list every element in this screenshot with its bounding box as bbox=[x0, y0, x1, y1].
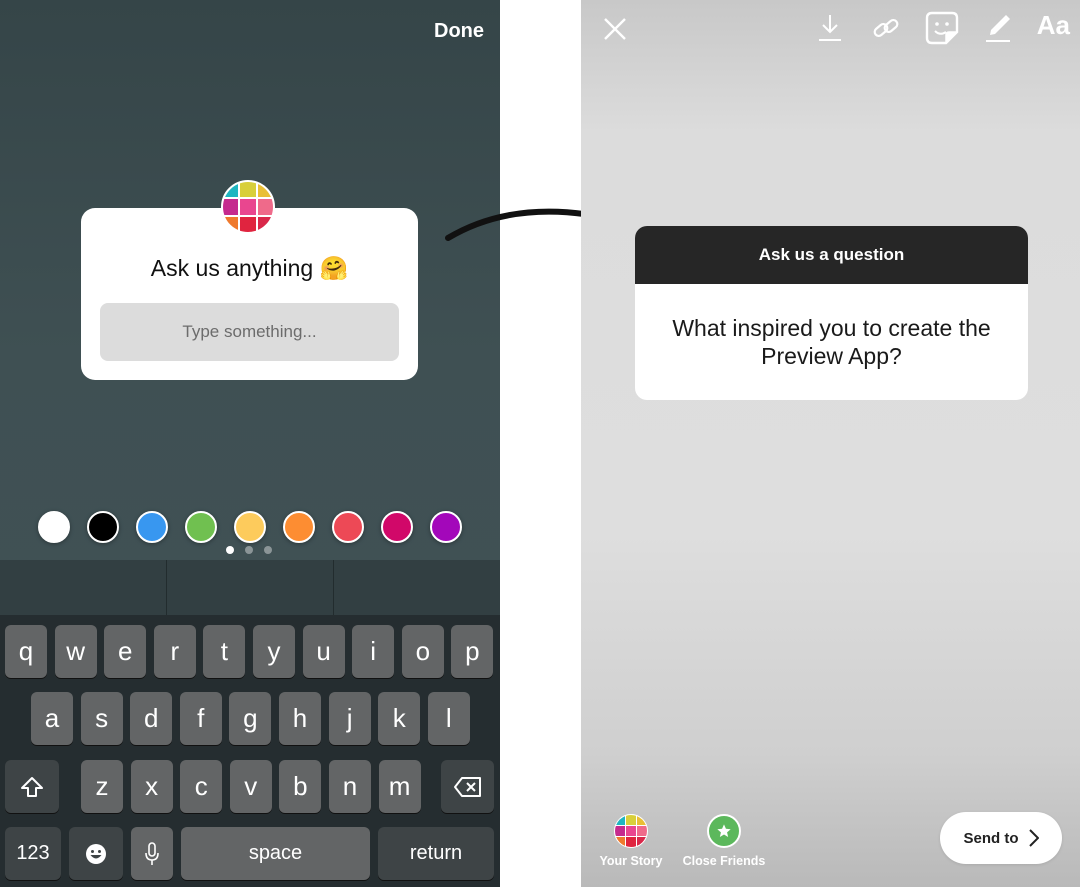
done-button[interactable]: Done bbox=[434, 20, 484, 43]
predictive-text-bar bbox=[0, 560, 500, 615]
key-w[interactable]: w bbox=[54, 625, 97, 678]
key-p[interactable]: p bbox=[451, 625, 494, 678]
color-swatch[interactable] bbox=[381, 511, 413, 543]
avatar-tile bbox=[240, 199, 256, 215]
numbers-key[interactable]: 123 bbox=[5, 827, 61, 880]
keyboard: 123 space return qwertyuiop asdfghjkl zxcv… bbox=[0, 615, 500, 887]
divider-gap bbox=[500, 0, 581, 887]
shift-icon bbox=[21, 776, 43, 797]
key-s[interactable]: s bbox=[80, 692, 123, 745]
avatar-tile bbox=[626, 837, 636, 847]
pen-icon[interactable] bbox=[982, 12, 1014, 44]
link-icon[interactable] bbox=[870, 12, 902, 44]
avatar-tile bbox=[615, 826, 625, 836]
your-story-avatar bbox=[614, 814, 648, 848]
suggestion-slot[interactable] bbox=[334, 560, 500, 615]
sticker-title[interactable]: Ask us anything 🤗 bbox=[81, 255, 418, 282]
key-r[interactable]: r bbox=[153, 625, 196, 678]
key-a[interactable]: a bbox=[31, 692, 73, 745]
return-key[interactable]: return bbox=[378, 827, 494, 880]
avatar-tile bbox=[223, 182, 239, 198]
send-to-button[interactable]: Send to bbox=[940, 812, 1062, 864]
key-t[interactable]: t bbox=[203, 625, 246, 678]
color-swatch[interactable] bbox=[332, 511, 364, 543]
color-swatch[interactable] bbox=[185, 511, 217, 543]
sticker-icon[interactable] bbox=[924, 10, 960, 46]
color-swatch[interactable] bbox=[38, 511, 70, 543]
key-f[interactable]: f bbox=[179, 692, 222, 745]
microphone-key[interactable] bbox=[131, 827, 173, 880]
key-e[interactable]: e bbox=[104, 625, 147, 678]
suggestion-slot[interactable] bbox=[167, 560, 334, 615]
question-card-header: Ask us a question bbox=[635, 226, 1028, 284]
key-u[interactable]: u bbox=[302, 625, 345, 678]
page-indicator bbox=[226, 546, 272, 554]
key-m[interactable]: m bbox=[378, 760, 421, 813]
key-g[interactable]: g bbox=[229, 692, 272, 745]
your-story-label: Your Story bbox=[599, 854, 663, 868]
key-n[interactable]: n bbox=[329, 760, 371, 813]
emoji-key[interactable] bbox=[69, 827, 123, 880]
key-c[interactable]: c bbox=[180, 760, 223, 813]
page-dot bbox=[245, 546, 253, 554]
color-palette bbox=[38, 511, 462, 543]
avatar-tile bbox=[615, 837, 625, 847]
microphone-icon bbox=[145, 841, 159, 865]
key-o[interactable]: o bbox=[401, 625, 444, 678]
avatar-tile bbox=[626, 815, 636, 825]
delete-icon bbox=[453, 776, 481, 797]
profile-avatar bbox=[221, 180, 275, 234]
key-k[interactable]: k bbox=[378, 692, 421, 745]
delete-key[interactable] bbox=[441, 760, 494, 813]
avatar-tile bbox=[637, 837, 647, 847]
story-editor-panel: Done Ask us anything 🤗 Type something...… bbox=[0, 0, 500, 887]
key-y[interactable]: y bbox=[253, 625, 295, 678]
avatar-tile bbox=[240, 182, 256, 198]
avatar-tile bbox=[257, 199, 273, 215]
key-d[interactable]: d bbox=[130, 692, 173, 745]
suggestion-slot[interactable] bbox=[0, 560, 167, 615]
close-icon[interactable] bbox=[599, 13, 631, 45]
avatar-tile bbox=[637, 826, 647, 836]
key-q[interactable]: q bbox=[5, 625, 47, 678]
key-v[interactable]: v bbox=[229, 760, 272, 813]
key-x[interactable]: x bbox=[130, 760, 173, 813]
avatar-tile bbox=[240, 216, 256, 232]
shift-key[interactable] bbox=[5, 760, 59, 813]
color-swatch[interactable] bbox=[87, 511, 119, 543]
avatar-tile bbox=[615, 815, 625, 825]
close-friends-label: Close Friends bbox=[682, 854, 766, 868]
close-friends-button[interactable]: Close Friends bbox=[681, 814, 767, 868]
chevron-right-icon bbox=[1028, 829, 1039, 847]
send-to-label: Send to bbox=[963, 829, 1019, 847]
color-swatch[interactable] bbox=[136, 511, 168, 543]
avatar-tile bbox=[223, 199, 239, 215]
story-preview-panel: Aa Ask us a question What inspired you t… bbox=[581, 0, 1080, 887]
space-key[interactable]: space bbox=[181, 827, 370, 880]
avatar-tile bbox=[257, 182, 273, 198]
color-swatch[interactable] bbox=[234, 511, 266, 543]
key-i[interactable]: i bbox=[352, 625, 395, 678]
question-card[interactable]: Ask us a question What inspired you to c… bbox=[635, 226, 1028, 400]
page-dot bbox=[226, 546, 234, 554]
color-swatch[interactable] bbox=[283, 511, 315, 543]
download-icon[interactable] bbox=[814, 12, 846, 44]
avatar-tile bbox=[626, 826, 636, 836]
key-j[interactable]: j bbox=[328, 692, 371, 745]
question-text: What inspired you to create the Preview … bbox=[672, 315, 991, 369]
text-tool-button[interactable]: Aa bbox=[1037, 10, 1070, 41]
sticker-input-placeholder: Type something... bbox=[100, 303, 399, 361]
color-swatch[interactable] bbox=[430, 511, 462, 543]
page-dot bbox=[264, 546, 272, 554]
close-friends-icon bbox=[707, 814, 741, 848]
avatar-tile bbox=[637, 815, 647, 825]
star-icon bbox=[717, 824, 731, 837]
key-l[interactable]: l bbox=[427, 692, 470, 745]
your-story-button[interactable]: Your Story bbox=[599, 814, 663, 868]
key-b[interactable]: b bbox=[279, 760, 322, 813]
key-z[interactable]: z bbox=[81, 760, 123, 813]
emoji-icon bbox=[86, 843, 106, 864]
key-h[interactable]: h bbox=[279, 692, 321, 745]
